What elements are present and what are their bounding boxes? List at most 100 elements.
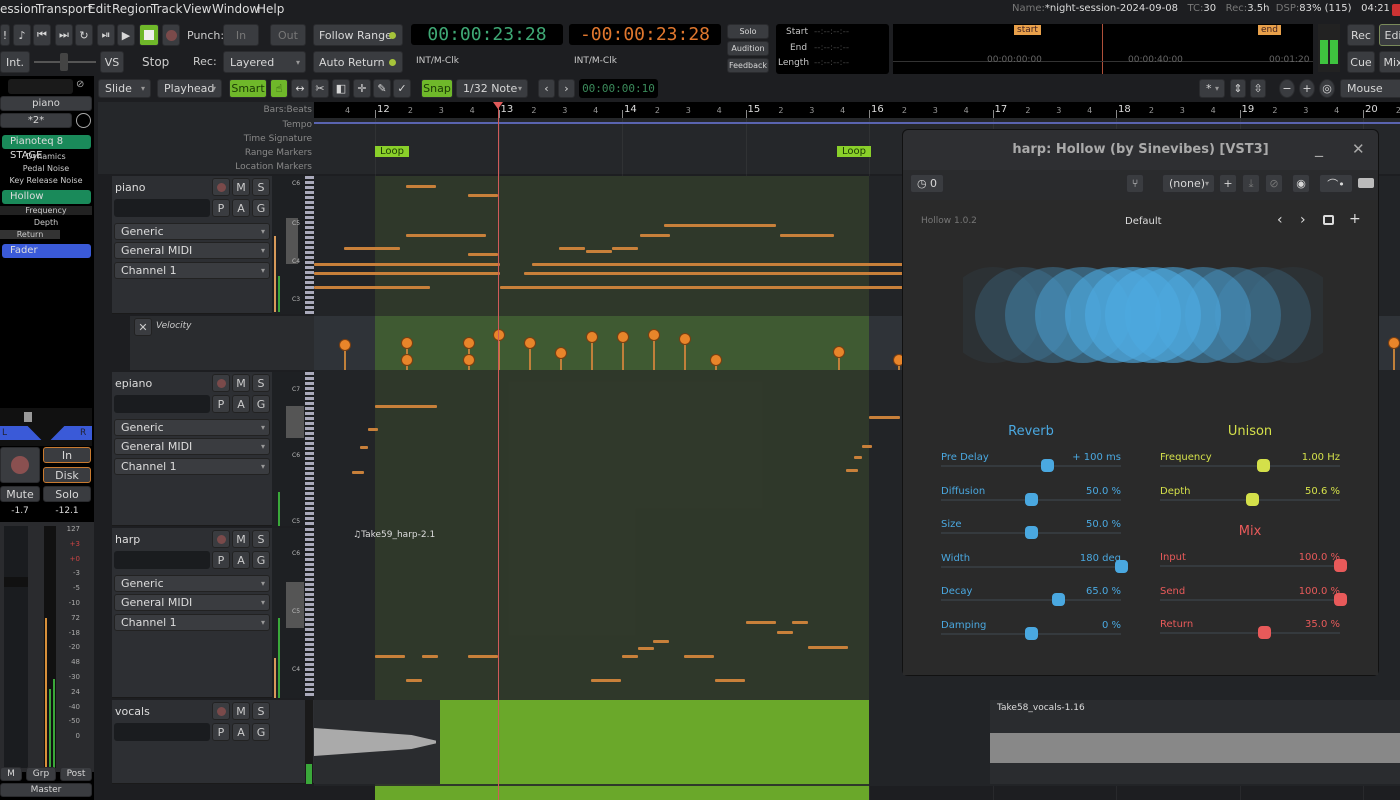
primary-clock[interactable]: 00:00:23:28 (411, 24, 563, 45)
reverb-damping-slider[interactable]: Damping 0 % (941, 620, 1121, 652)
reverb-size-slider[interactable]: Size 50.0 % (941, 519, 1121, 551)
group-button[interactable]: Grp (26, 767, 56, 781)
midi-note[interactable] (468, 194, 498, 197)
audition-button[interactable]: Audition (727, 41, 769, 56)
loop-end-marker[interactable]: Loop (837, 146, 871, 157)
velocity-handle[interactable] (617, 331, 629, 343)
latency-button[interactable]: ◷ 0 (910, 174, 944, 193)
track-gain-slider[interactable] (114, 723, 210, 741)
fader-handle[interactable] (4, 577, 28, 587)
midnam-select[interactable]: General MIDI (114, 594, 270, 611)
punch-in-button[interactable]: In (223, 24, 259, 46)
midi-note[interactable] (314, 263, 500, 266)
harp-region-name[interactable]: ♫Take59_harp-2.1 (353, 530, 435, 540)
record-mode-select[interactable]: Layered (223, 51, 306, 73)
velocity-handle[interactable] (586, 331, 598, 343)
preset-select[interactable]: (none) (1162, 174, 1215, 193)
menu-edit[interactable]: Edit (88, 2, 111, 16)
instrument-select[interactable]: Generic (114, 419, 270, 436)
velocity-handle[interactable] (339, 339, 351, 351)
mix-return-slider[interactable]: Return 35.0 % (1160, 619, 1340, 651)
velocity-handle[interactable] (463, 337, 475, 349)
midi-note[interactable] (653, 640, 669, 643)
edit-window-button[interactable]: Edi (1379, 24, 1400, 46)
track-automation-button[interactable]: A (232, 199, 250, 217)
add-preset-icon[interactable]: + (1219, 174, 1237, 193)
edit-mode-select[interactable]: Slide (98, 79, 151, 98)
track-automation-button[interactable]: A (232, 551, 250, 569)
channel-select[interactable]: Channel 1 (114, 458, 270, 475)
track-solo-button[interactable]: S (252, 178, 270, 196)
track-playlist-button[interactable]: P (212, 723, 230, 741)
peak-display[interactable]: -12.1 (43, 506, 91, 520)
midi-note[interactable] (586, 250, 612, 253)
loop-icon[interactable]: ↻ (75, 24, 93, 46)
unison-frequency-slider[interactable]: Frequency 1.00 Hz (1160, 452, 1340, 484)
track-group-button[interactable]: G (252, 199, 270, 217)
menu-view[interactable]: View (183, 2, 211, 16)
record-icon[interactable] (162, 24, 180, 46)
channel-select[interactable]: Channel 1 (114, 262, 270, 279)
reverb-diffusion-slider[interactable]: Diffusion 50.0 % (941, 486, 1121, 518)
unison-depth-slider[interactable]: Depth 50.6 % (1160, 486, 1340, 518)
midi-note[interactable] (559, 247, 585, 250)
draw-tool-icon[interactable]: ✎ (373, 79, 391, 98)
comment-button[interactable]: *2* (0, 113, 72, 128)
track-gain-slider[interactable] (114, 199, 210, 217)
midi-note[interactable] (352, 471, 364, 474)
velocity-handle[interactable] (401, 354, 413, 366)
track-gain-slider[interactable] (114, 395, 210, 413)
midi-note[interactable] (368, 428, 378, 431)
midi-note[interactable] (808, 646, 848, 649)
zoom-in-icon[interactable]: + (1299, 79, 1315, 98)
velocity-handle[interactable] (463, 354, 475, 366)
save-preset-icon[interactable]: ⤓ (1242, 174, 1260, 193)
strip-name-button[interactable]: piano (0, 96, 92, 111)
keyboard-icon[interactable] (1358, 178, 1374, 188)
midi-note[interactable] (846, 469, 858, 472)
panic-button[interactable]: ! (0, 24, 10, 46)
playhead[interactable] (498, 104, 499, 800)
punch-out-button[interactable]: Out (270, 24, 306, 46)
midi-note[interactable] (869, 416, 900, 419)
midi-note[interactable] (862, 445, 872, 448)
midi-note[interactable] (468, 253, 498, 256)
vari-speed-button[interactable]: VS (100, 51, 124, 73)
channel-select[interactable]: Channel 1 (114, 614, 270, 631)
bypass-icon[interactable]: ◉ (1292, 174, 1310, 193)
loop-start-marker[interactable]: Loop (375, 146, 409, 157)
post-button[interactable]: Post (60, 767, 92, 781)
track-gain-slider[interactable] (114, 551, 210, 569)
nudge-forward-icon[interactable]: › (558, 79, 575, 98)
monitor-input-button[interactable]: In (43, 447, 91, 463)
secondary-clock[interactable]: -00:00:23:28 (569, 24, 721, 45)
instrument-select[interactable]: Generic (114, 575, 270, 592)
reverb-pre-delay-slider[interactable]: Pre Delay + 100 ms (941, 452, 1121, 484)
plugin-fader[interactable]: Fader (2, 244, 91, 258)
midi-note[interactable] (715, 679, 745, 682)
track-playlist-button[interactable]: P (212, 551, 230, 569)
track-mute-button[interactable]: M (232, 702, 250, 720)
track-rec-button[interactable] (212, 530, 230, 548)
midi-note[interactable] (612, 247, 638, 250)
ripple-mode-select[interactable]: Playhead (157, 79, 222, 98)
stop-icon[interactable] (139, 24, 159, 46)
plugin-hollow[interactable]: Hollow (2, 190, 91, 204)
input-knob-icon[interactable] (76, 113, 91, 128)
hide-icon[interactable]: ⊘ (76, 79, 92, 94)
plugin-pianoteq[interactable]: Pianoteq 8 STAGE (2, 135, 91, 161)
mix-input-slider[interactable]: Input 100.0 % (1160, 552, 1347, 584)
midi-note[interactable] (622, 655, 638, 658)
grab-tool-icon[interactable]: ☝ (270, 79, 288, 98)
velocity-handle[interactable] (493, 329, 505, 341)
internal-edit-tool-icon[interactable]: ✓ (393, 79, 411, 98)
midi-note[interactable] (344, 247, 400, 250)
metronome-icon[interactable]: ♪ (13, 24, 31, 46)
internal-sync-button[interactable]: Int. (0, 51, 30, 73)
velocity-handle[interactable] (648, 329, 660, 341)
gain-display[interactable]: -1.7 (0, 506, 40, 520)
midi-note[interactable] (314, 272, 500, 275)
menu-transport[interactable]: Transport (36, 2, 92, 16)
midi-note[interactable] (780, 234, 834, 237)
menu-session[interactable]: ession (0, 2, 38, 16)
